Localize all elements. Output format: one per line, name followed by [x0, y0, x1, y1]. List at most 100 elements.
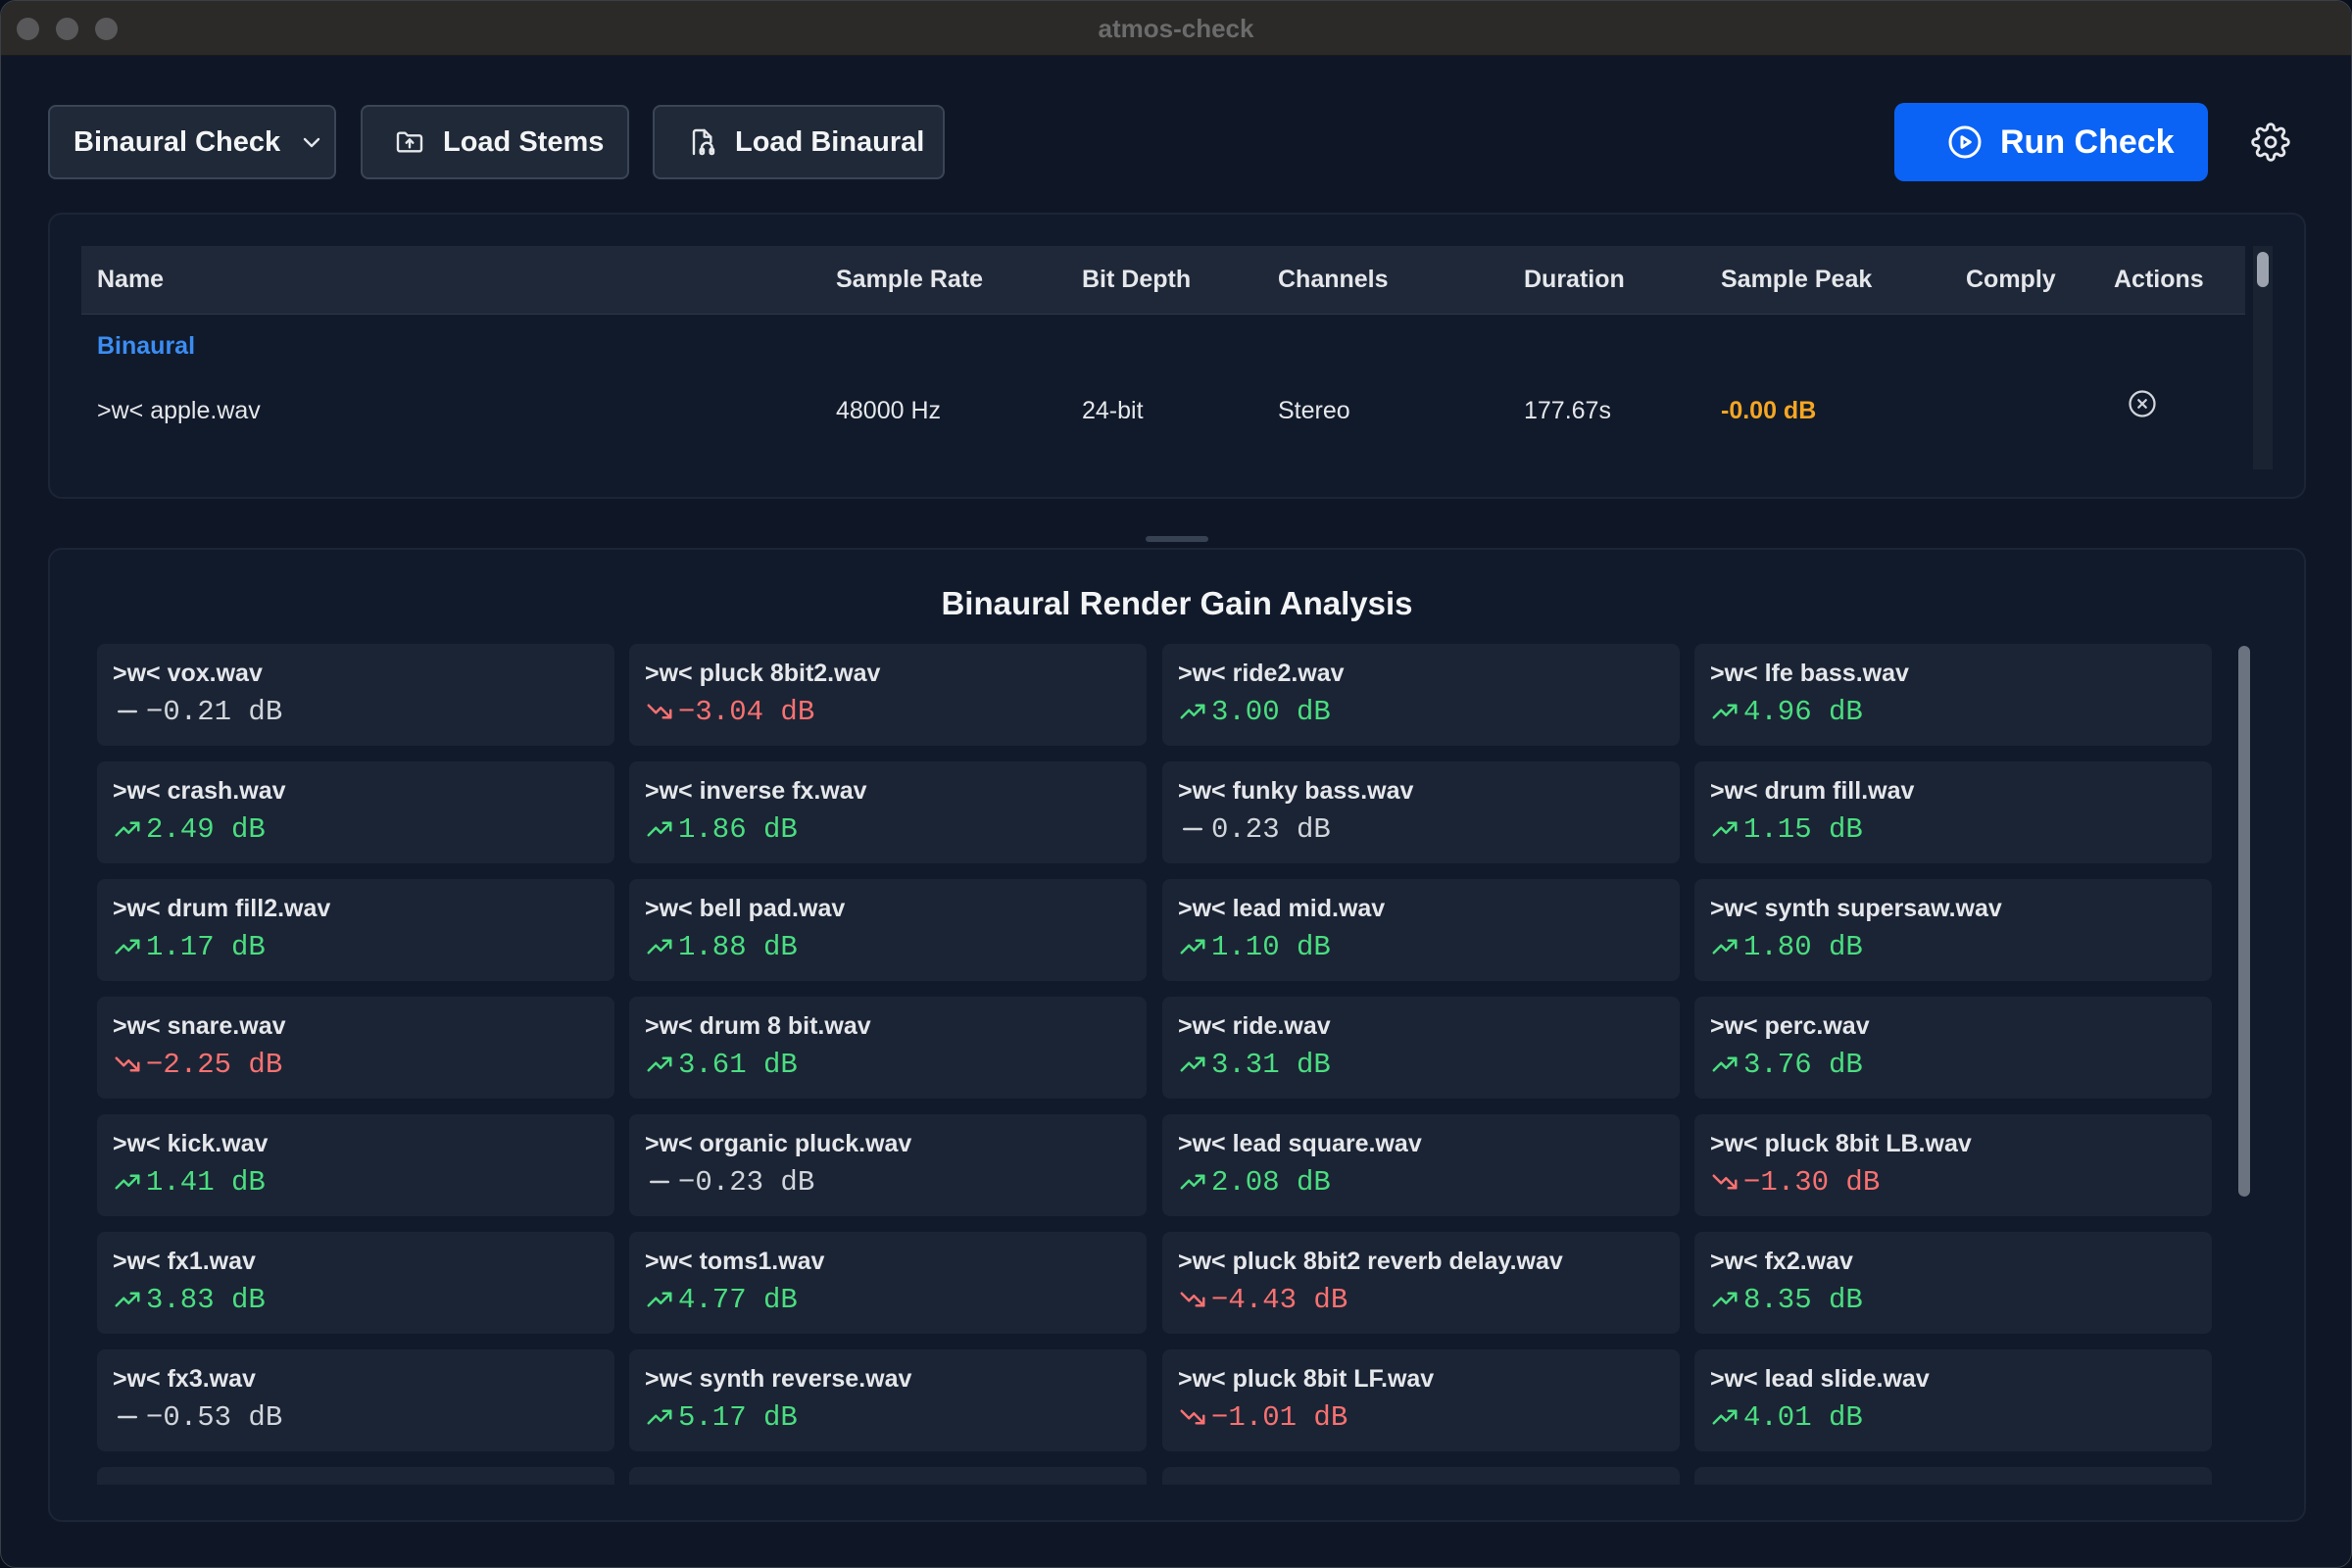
gain-card-value-row: −1.01 dB	[1178, 1400, 1348, 1434]
gain-card: >w< pluck 8bit2.wav −3.04 dB	[629, 644, 1147, 746]
trending-down-icon	[115, 1056, 140, 1072]
header-duration[interactable]: Duration	[1524, 266, 1625, 294]
analysis-scrollbar[interactable]	[2231, 646, 2257, 1485]
cell-channels: Stereo	[1278, 397, 1350, 424]
trending-up-icon	[1712, 704, 1738, 719]
gain-card: >w< pluck 8bit2 reverb delay.wav −4.43 dB	[1162, 1232, 1680, 1334]
gain-card: >w< lfe bass.wav 4.96 dB	[1694, 644, 2212, 746]
gain-card-value-row: 3.00 dB	[1178, 695, 1331, 728]
trending-up-icon	[1712, 1056, 1738, 1072]
gain-card: >w< drum 8 bit.wav 3.61 dB	[629, 997, 1147, 1099]
gain-card-name: >w< synth supersaw.wav	[1710, 895, 2002, 922]
gain-card-name: >w< ride.wav	[1178, 1012, 1331, 1040]
gain-card-value: −1.30 dB	[1743, 1165, 1881, 1199]
gain-card-name: >w< pluck 8bit LB.wav	[1710, 1130, 1972, 1157]
gain-card-value: 1.41 dB	[146, 1165, 266, 1199]
load-stems-label: Load Stems	[443, 125, 605, 158]
header-name[interactable]: Name	[97, 266, 164, 294]
gain-card-name: >w< organic pluck.wav	[645, 1130, 912, 1157]
gain-card-name: >w< fx1.wav	[113, 1248, 256, 1275]
gain-card: >w< vox.wav −0.21 dB	[97, 644, 614, 746]
gain-card-name: >w< fx2.wav	[1710, 1248, 1853, 1275]
gain-card-value-row: 3.76 dB	[1710, 1048, 1863, 1081]
gain-card-value: 4.01 dB	[1743, 1400, 1863, 1434]
trending-down-icon	[1180, 1292, 1205, 1307]
gain-card-grid: >w< vox.wav −0.21 dB >w< pluck 8bit2.wav −3…	[97, 644, 2263, 1485]
gain-card-name: >w< perc.wav	[1710, 1012, 1870, 1040]
load-binaural-button[interactable]: Load Binaural	[653, 105, 945, 179]
trending-up-icon	[1712, 1409, 1738, 1425]
trending-up-icon	[1712, 821, 1738, 837]
mode-select-label: Binaural Check	[74, 125, 281, 158]
trending-up-icon	[647, 1409, 672, 1425]
gain-card: >w< lead square.wav 2.08 dB	[1162, 1114, 1680, 1216]
header-channels[interactable]: Channels	[1278, 266, 1389, 294]
gain-card-value: −0.21 dB	[146, 695, 283, 728]
gain-card: >w< lead mid.wav 1.10 dB	[1162, 879, 1680, 981]
gain-card-value-row: 1.88 dB	[645, 930, 798, 963]
gain-card-name: >w< toms1.wav	[645, 1248, 825, 1275]
gain-card: >w< kick.wav 1.41 dB	[97, 1114, 614, 1216]
gain-card-value-row: 3.83 dB	[113, 1283, 266, 1316]
cell-sample-peak: -0.00 dB	[1721, 397, 1817, 424]
gain-card-value-row: 4.01 dB	[1710, 1400, 1863, 1434]
gain-card-name: >w< synth reverse.wav	[645, 1365, 912, 1393]
trending-up-icon	[647, 1056, 672, 1072]
gain-card-value-row: −2.25 dB	[113, 1048, 282, 1081]
trending-up-icon	[1180, 1174, 1205, 1190]
gain-card-name: >w< ride2.wav	[1178, 660, 1345, 687]
gain-card-value: 2.08 dB	[1211, 1165, 1331, 1199]
table-row[interactable]: >w< apple.wav 48000 Hz 24-bit Stereo 177…	[81, 383, 2245, 442]
gain-card-value-row: 1.80 dB	[1710, 930, 1863, 963]
gain-card-name: >w< crash.wav	[113, 777, 286, 805]
gain-card-value-row: 1.15 dB	[1710, 812, 1863, 846]
panel-resize-handle[interactable]	[1146, 536, 1208, 542]
trending-down-icon	[1712, 1174, 1738, 1190]
run-check-button[interactable]: Run Check	[1894, 103, 2208, 181]
cell-sample-rate: 48000 Hz	[836, 397, 942, 424]
gain-card-value-row: −4.43 dB	[1178, 1283, 1348, 1316]
gain-card: >w< lead slide.wav 4.01 dB	[1694, 1349, 2212, 1451]
gain-card	[629, 1467, 1147, 1485]
file-table-scrollbar[interactable]	[2253, 246, 2273, 469]
gain-card-name: >w< kick.wav	[113, 1130, 269, 1157]
trending-up-icon	[115, 1292, 140, 1307]
trending-up-icon	[115, 1174, 140, 1190]
gain-card-value-row: −1.30 dB	[1710, 1165, 1880, 1199]
trending-up-icon	[1712, 939, 1738, 955]
gain-card-value-row: 1.86 dB	[645, 812, 798, 846]
gain-card: >w< pluck 8bit LB.wav −1.30 dB	[1694, 1114, 2212, 1216]
load-binaural-label: Load Binaural	[735, 125, 925, 158]
gain-card-value: 8.35 dB	[1743, 1283, 1863, 1316]
header-sample-peak[interactable]: Sample Peak	[1721, 266, 1872, 294]
gain-card-value: 1.88 dB	[678, 930, 798, 963]
gain-analysis-panel: Binaural Render Gain Analysis >w< vox.wa…	[48, 548, 2306, 1522]
gain-card-value-row: 0.23 dB	[1178, 812, 1331, 846]
table-header: Name Sample Rate Bit Depth Channels Dura…	[81, 246, 2245, 315]
scrollbar-thumb[interactable]	[2238, 646, 2250, 1197]
gain-card: >w< inverse fx.wav 1.86 dB	[629, 761, 1147, 863]
load-stems-button[interactable]: Load Stems	[361, 105, 629, 179]
gain-card: >w< snare.wav −2.25 dB	[97, 997, 614, 1099]
gain-card-value-row: 5.17 dB	[645, 1400, 798, 1434]
gain-card-value-row: −0.21 dB	[113, 695, 282, 728]
header-comply[interactable]: Comply	[1966, 266, 2056, 294]
close-circle-icon[interactable]	[2128, 389, 2157, 418]
header-sample-rate[interactable]: Sample Rate	[836, 266, 983, 294]
gain-card-value: 3.76 dB	[1743, 1048, 1863, 1081]
header-bit-depth[interactable]: Bit Depth	[1082, 266, 1191, 294]
gain-card-value: 1.17 dB	[146, 930, 266, 963]
trending-up-icon	[1712, 1292, 1738, 1307]
window-title: atmos-check	[1098, 14, 1254, 43]
settings-gear-icon[interactable]	[2251, 122, 2290, 162]
mode-select[interactable]: Binaural Check	[48, 105, 336, 179]
gain-card-value-row: −0.23 dB	[645, 1165, 814, 1199]
gain-card-value: 3.61 dB	[678, 1048, 798, 1081]
gain-card: >w< funky bass.wav 0.23 dB	[1162, 761, 1680, 863]
gain-card-name: >w< drum 8 bit.wav	[645, 1012, 871, 1040]
scrollbar-thumb[interactable]	[2257, 252, 2269, 287]
gain-card-value: −0.53 dB	[146, 1400, 283, 1434]
trending-up-icon	[647, 1292, 672, 1307]
gain-card: >w< drum fill2.wav 1.17 dB	[97, 879, 614, 981]
gain-card-name: >w< fx3.wav	[113, 1365, 256, 1393]
